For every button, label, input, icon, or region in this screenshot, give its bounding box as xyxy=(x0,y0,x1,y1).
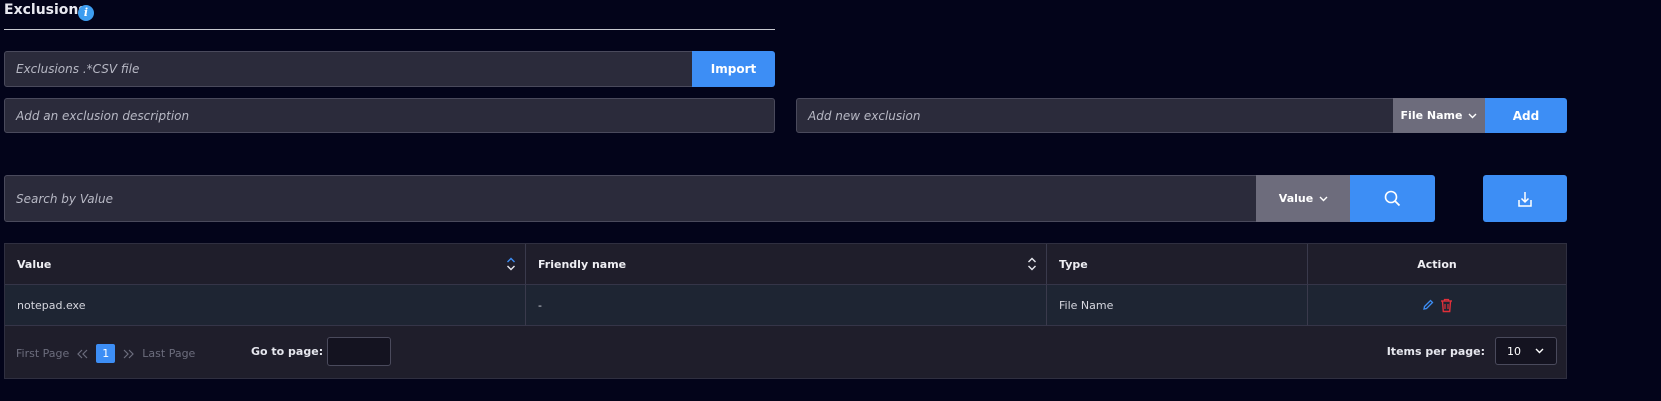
search-input[interactable]: Search by Value xyxy=(4,175,1257,222)
column-header-friendly-name[interactable]: Friendly name xyxy=(526,244,1047,284)
column-header-label: Friendly name xyxy=(538,257,627,271)
title-divider xyxy=(4,29,775,30)
new-exclusion-input[interactable]: Add new exclusion xyxy=(796,98,1394,133)
exclusions-table: Value Friendly name Type Action notepad.… xyxy=(4,243,1567,379)
column-header-label: Action xyxy=(1417,257,1457,271)
trash-icon[interactable] xyxy=(1440,298,1453,313)
table-cell-value: notepad.exe xyxy=(5,284,526,326)
search-placeholder: Search by Value xyxy=(16,191,113,206)
download-button[interactable] xyxy=(1483,175,1567,222)
chevron-down-icon xyxy=(1319,196,1328,201)
pagination: First Page 1 Last Page xyxy=(16,344,195,363)
description-placeholder: Add an exclusion description xyxy=(16,108,190,123)
chevron-down-icon xyxy=(1535,348,1544,354)
cell-text: - xyxy=(538,298,542,312)
search-button[interactable] xyxy=(1350,175,1435,222)
go-to-page: Go to page: xyxy=(251,337,392,366)
cell-text: File Name xyxy=(1059,298,1114,312)
csv-file-placeholder: Exclusions .*CSV file xyxy=(16,62,140,76)
edit-icon[interactable] xyxy=(1422,299,1434,311)
table-cell-type: File Name xyxy=(1047,284,1308,326)
info-icon[interactable]: i xyxy=(78,5,94,21)
add-exclusion-button[interactable]: Add xyxy=(1485,98,1567,133)
exclusion-type-select[interactable]: File Name xyxy=(1393,98,1485,133)
search-field-select[interactable]: Value xyxy=(1256,175,1351,222)
download-icon xyxy=(1518,191,1532,207)
chevrons-left-icon[interactable] xyxy=(77,349,88,359)
last-page-link[interactable]: Last Page xyxy=(142,347,195,360)
first-page-link[interactable]: First Page xyxy=(16,347,69,360)
items-per-page-value: 10 xyxy=(1507,344,1521,358)
go-to-page-label: Go to page: xyxy=(251,345,324,358)
search-icon xyxy=(1384,190,1401,207)
exclusion-type-value: File Name xyxy=(1400,109,1463,122)
table-cell-action xyxy=(1308,284,1566,326)
sort-icon[interactable] xyxy=(506,256,516,272)
exclusion-description-input[interactable]: Add an exclusion description xyxy=(4,98,775,133)
column-header-type: Type xyxy=(1047,244,1308,284)
column-header-label: Type xyxy=(1059,257,1088,271)
search-field-value: Value xyxy=(1278,192,1314,205)
new-exclusion-placeholder: Add new exclusion xyxy=(808,108,921,123)
chevron-down-icon xyxy=(1468,113,1477,118)
cell-text: notepad.exe xyxy=(17,298,86,312)
column-header-value[interactable]: Value xyxy=(5,244,526,284)
items-per-page-label: Items per page: xyxy=(1386,344,1485,358)
chevrons-right-icon[interactable] xyxy=(123,349,135,359)
page-number-current[interactable]: 1 xyxy=(96,344,116,363)
sort-icon[interactable] xyxy=(1027,256,1037,272)
import-button[interactable]: Import xyxy=(692,51,775,87)
column-header-action: Action xyxy=(1308,244,1566,284)
table-cell-friendly-name: - xyxy=(526,284,1047,326)
column-header-label: Value xyxy=(17,257,52,271)
go-to-page-input[interactable] xyxy=(327,337,392,366)
items-per-page: Items per page: 10 xyxy=(1387,337,1557,365)
page-title: Exclusions xyxy=(4,2,87,18)
items-per-page-select[interactable]: 10 xyxy=(1495,337,1557,365)
csv-file-input[interactable]: Exclusions .*CSV file xyxy=(4,51,693,87)
